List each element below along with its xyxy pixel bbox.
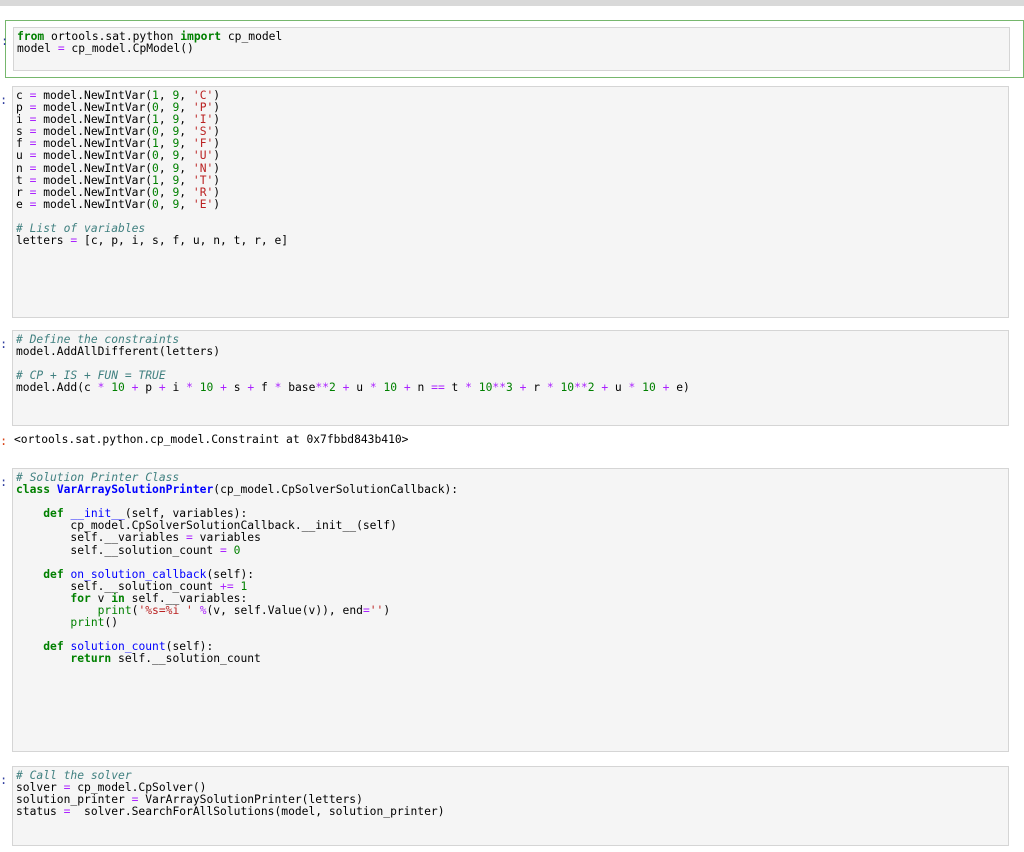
- code-cell-3[interactable]: : # Define the constraints model.AddAllD…: [0, 330, 1024, 450]
- notebook-toolbar-edge: [0, 0, 1024, 6]
- output-prompt: :: [0, 434, 8, 448]
- code-input-1[interactable]: from ortools.sat.python import cp_model …: [13, 27, 1010, 71]
- cell-prompt: :: [0, 337, 8, 351]
- code-input-4[interactable]: # Solution Printer Class class VarArrayS…: [12, 468, 1009, 752]
- code-cell-1[interactable]: : from ortools.sat.python import cp_mode…: [1, 20, 1024, 78]
- cell-output: <ortools.sat.python.cp_model.Constraint …: [14, 433, 409, 446]
- cell-prompt: :: [0, 475, 8, 489]
- code-text: c = model.NewIntVar(1, 9, 'C') p = model…: [16, 89, 289, 248]
- code-input-3[interactable]: # Define the constraints model.AddAllDif…: [12, 330, 1009, 426]
- code-text: # Solution Printer Class class VarArrayS…: [16, 471, 459, 666]
- code-input-2[interactable]: c = model.NewIntVar(1, 9, 'C') p = model…: [12, 86, 1009, 318]
- code-text: from ortools.sat.python import cp_model …: [17, 30, 283, 56]
- code-text: # Call the solver solver = cp_model.CpSo…: [16, 769, 445, 819]
- code-cell-5[interactable]: : # Call the solver solver = cp_model.Cp…: [0, 766, 1024, 848]
- code-cell-4[interactable]: : # Solution Printer Class class VarArra…: [0, 468, 1024, 754]
- code-cell-2[interactable]: : c = model.NewIntVar(1, 9, 'C') p = mod…: [0, 86, 1024, 320]
- cell-prompt: :: [1, 34, 9, 48]
- cell-prompt: :: [0, 773, 8, 787]
- code-text: # Define the constraints model.AddAllDif…: [16, 333, 690, 395]
- cell-prompt: :: [0, 93, 8, 107]
- code-input-5[interactable]: # Call the solver solver = cp_model.CpSo…: [12, 766, 1009, 846]
